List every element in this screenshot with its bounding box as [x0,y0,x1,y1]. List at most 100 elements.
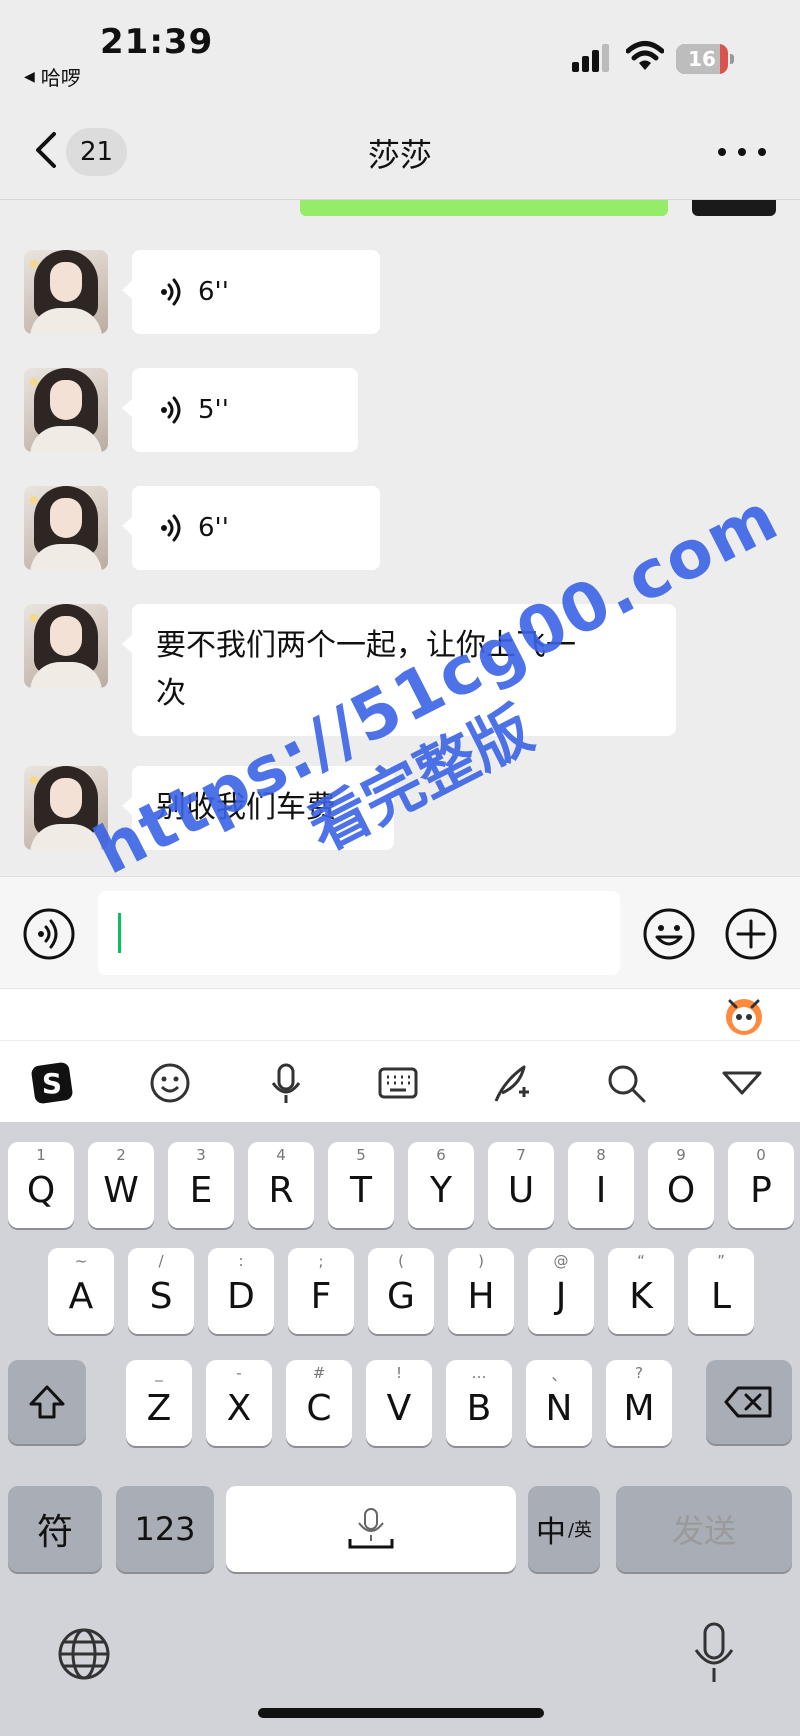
key-hint: @ [553,1252,569,1270]
key-e[interactable]: 3E [168,1142,234,1228]
backspace-key[interactable] [706,1360,792,1444]
key-y[interactable]: 6Y [408,1142,474,1228]
key-hint: _ [155,1364,163,1382]
key-k[interactable]: “K [608,1248,674,1334]
key-h[interactable]: ) H [448,1248,514,1334]
key-z[interactable]: _ Z [126,1360,192,1446]
dot-icon [738,148,746,156]
key-label: B [466,1387,492,1429]
key-l[interactable]: ” L [688,1248,754,1334]
key-q[interactable]: 1Q [8,1142,74,1228]
key-label: N [545,1387,573,1429]
symbols-key[interactable]: 符 [8,1486,102,1572]
emoji-face-icon[interactable] [148,1061,192,1105]
voice-input-toggle-icon[interactable] [22,907,76,961]
key-a[interactable]: ~ A [48,1248,114,1334]
voice-duration: 6'' [198,277,229,307]
key-label: H [467,1275,495,1317]
key-hint: … [471,1364,487,1382]
keyboard-icon[interactable] [376,1061,420,1105]
key-p[interactable]: 0P [728,1142,794,1228]
key-c[interactable]: # C [286,1360,352,1446]
key-hint: ; [318,1252,324,1270]
key-label: I [595,1169,607,1211]
chat-message-list[interactable]: 6'' 5'' 6'' 要不我们两个一起，让你上飞一 次 别收我们车费 [0,200,800,876]
key-u[interactable]: 7U [488,1142,554,1228]
contact-avatar[interactable] [24,368,108,452]
battery-indicator: 16 [676,44,734,74]
voice-message-bubble[interactable]: 5'' [122,368,358,452]
wifi-icon [626,41,664,70]
key-label: T [350,1169,372,1211]
key-i[interactable]: 8I [568,1142,634,1228]
contact-avatar[interactable] [24,250,108,334]
lang-sub-label: /英 [567,1520,593,1541]
battery-percent: 16 [688,47,716,71]
key-hint: ! [395,1364,402,1382]
sogou-logo-icon[interactable]: S [30,1061,74,1105]
lang-main-label: 中 [535,1515,566,1550]
key-n[interactable]: 、 N [526,1360,592,1446]
home-indicator [258,1708,544,1718]
key-label: R [268,1169,294,1211]
key-d[interactable]: :D [208,1248,274,1334]
text-message-bubble[interactable]: 别收我们车费 [122,766,394,850]
key-r[interactable]: 4R [248,1142,314,1228]
voice-message-bubble[interactable]: 6'' [122,250,380,334]
message-text-line: 要不我们两个一起，让你上飞一 [156,628,576,663]
key-s[interactable]: / S [128,1248,194,1334]
status-time: 21:39 [100,22,214,62]
message-input[interactable] [98,891,620,975]
key-hint: 8 [596,1146,606,1164]
language-switch-key[interactable]: 中/英 [528,1486,600,1572]
send-key[interactable]: 发送 [616,1486,792,1572]
chat-header: 21 莎莎 [0,100,800,200]
key-o[interactable]: 9O [648,1142,714,1228]
ime-toolbar: S [0,1040,800,1122]
key-hint: ( [398,1252,404,1270]
more-options-button[interactable] [718,132,766,172]
key-g[interactable]: (G [368,1248,434,1334]
search-icon[interactable] [604,1061,648,1105]
key-m[interactable]: ? M [606,1360,672,1446]
microphone-icon[interactable] [264,1061,308,1105]
numbers-key[interactable]: 123 [116,1486,214,1572]
space-key[interactable] [226,1486,516,1572]
dictation-microphone-icon[interactable] [690,1622,738,1686]
key-label: W [103,1169,139,1211]
contact-avatar[interactable] [24,604,108,688]
contact-avatar[interactable] [24,766,108,850]
key-label: E [189,1169,213,1211]
globe-icon[interactable] [56,1626,112,1682]
text-message-bubble[interactable]: 要不我们两个一起，让你上飞一 次 [122,604,676,736]
space-mic-icon [348,1508,394,1549]
voice-message-bubble[interactable]: 6'' [122,486,380,570]
key-label: O [666,1169,696,1211]
emoji-icon[interactable] [642,907,696,961]
previous-outgoing-bubble [300,200,668,216]
key-hint: 6 [436,1146,446,1164]
key-f[interactable]: ; F [288,1248,354,1334]
key-w[interactable]: 2W [88,1142,154,1228]
ime-candidate-bar [0,988,800,1040]
key-x[interactable]: -X [206,1360,272,1446]
key-label: P [750,1169,772,1211]
shift-key[interactable] [8,1360,86,1444]
key-j[interactable]: @ J [528,1248,594,1334]
voice-wave-icon [161,278,181,306]
ime-mascot-icon[interactable] [722,993,766,1037]
key-hint: : [238,1252,244,1270]
key-hint: ) [478,1252,484,1270]
cellular-signal-icon [572,44,609,72]
key-v[interactable]: ! V [366,1360,432,1446]
quill-icon[interactable] [490,1061,534,1105]
plus-icon[interactable] [724,907,778,961]
key-b[interactable]: … B [446,1360,512,1446]
back-to-app-link[interactable]: ◀ 哈啰 [24,62,81,91]
contact-avatar[interactable] [24,486,108,570]
key-t[interactable]: 5T [328,1142,394,1228]
key-hint: 7 [516,1146,526,1164]
text-caret [118,913,121,953]
collapse-triangle-icon[interactable] [720,1061,764,1105]
key-label: G [387,1275,415,1317]
